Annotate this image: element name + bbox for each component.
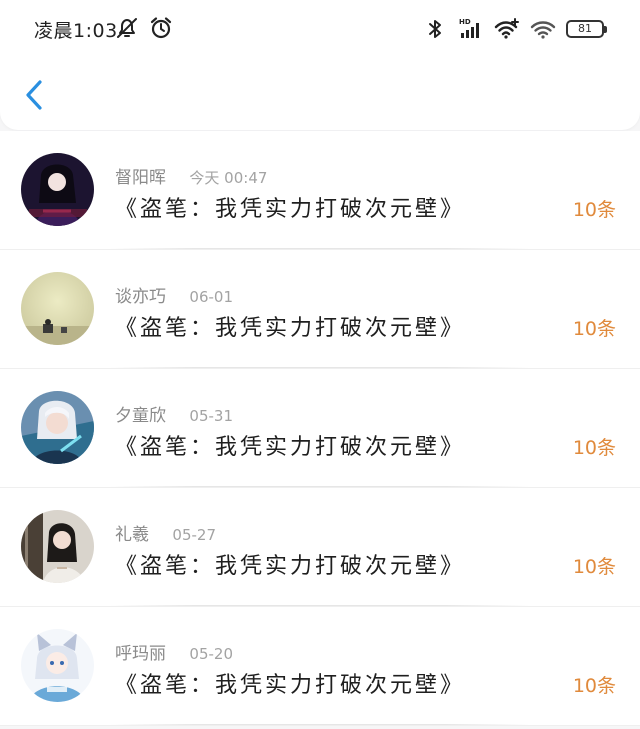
status-bar: 凌晨1:03 HD 81 [0, 0, 640, 58]
divider [110, 367, 530, 368]
avatar[interactable] [21, 629, 94, 702]
bluetooth-icon [422, 16, 448, 42]
user-line: 呼玛丽 05-20 [115, 639, 233, 664]
list-item[interactable]: 呼玛丽 05-20 《盗笔：我凭实力打破次元壁》 10条 [0, 607, 640, 726]
item-title[interactable]: 《盗笔：我凭实力打破次元壁》 [115, 667, 465, 699]
wifi-plus-icon [494, 16, 520, 42]
user-line: 督阳晖 今天 00:47 [115, 163, 267, 188]
post-date: 05-27 [172, 526, 216, 544]
svg-text:HD: HD [459, 18, 471, 26]
hd-signal-icon: HD [458, 16, 484, 42]
user-line: 夕童欣 05-31 [115, 401, 233, 426]
alarm-clock-icon [148, 15, 174, 41]
avatar-beige-room [21, 272, 94, 345]
item-count: 10条 [572, 556, 616, 578]
list-item[interactable]: 督阳晖 今天 00:47 《盗笔：我凭实力打破次元壁》 10条 [0, 131, 640, 250]
item-title[interactable]: 《盗笔：我凭实力打破次元壁》 [115, 310, 465, 342]
user-line: 谈亦巧 06-01 [115, 282, 233, 307]
item-count: 10条 [572, 437, 616, 459]
post-date: 05-31 [189, 407, 233, 425]
avatar-dark-portrait [21, 153, 94, 226]
post-date: 06-01 [189, 288, 233, 306]
divider [110, 486, 530, 487]
list-item[interactable]: 夕童欣 05-31 《盗笔：我凭实力打破次元壁》 10条 [0, 369, 640, 488]
avatar-anime-cat-ears [21, 629, 94, 702]
status-time: 凌晨1:03 [34, 20, 118, 42]
divider [110, 605, 530, 606]
chevron-left-icon [26, 80, 42, 110]
user-name[interactable]: 呼玛丽 [115, 644, 166, 664]
item-count: 10条 [572, 199, 616, 221]
list-item[interactable]: 礼羲 05-27 《盗笔：我凭实力打破次元壁》 10条 [0, 488, 640, 607]
user-line: 礼羲 05-27 [115, 520, 216, 545]
user-name[interactable]: 谈亦巧 [115, 287, 166, 307]
post-date: 05-20 [189, 645, 233, 663]
user-name[interactable]: 夕童欣 [115, 406, 166, 426]
post-date: 今天 00:47 [189, 169, 268, 187]
user-name[interactable]: 礼羲 [115, 525, 149, 545]
item-title[interactable]: 《盗笔：我凭实力打破次元壁》 [115, 429, 465, 461]
list-item[interactable]: 谈亦巧 06-01 《盗笔：我凭实力打破次元壁》 10条 [0, 250, 640, 369]
alarm-off-icon [114, 15, 140, 41]
back-button[interactable] [18, 74, 52, 116]
avatar-anime-white-hair [21, 391, 94, 464]
nav-bar [0, 62, 640, 130]
wifi-icon [530, 16, 556, 42]
item-title[interactable]: 《盗笔：我凭实力打破次元壁》 [115, 548, 465, 580]
message-list: 督阳晖 今天 00:47 《盗笔：我凭实力打破次元壁》 10条 谈亦巧 06-0… [0, 131, 640, 726]
divider [110, 724, 530, 725]
battery-icon: 81 [566, 20, 607, 38]
avatar[interactable] [21, 391, 94, 464]
avatar[interactable] [21, 153, 94, 226]
avatar[interactable] [21, 510, 94, 583]
user-name[interactable]: 督阳晖 [115, 168, 166, 188]
item-count: 10条 [572, 318, 616, 340]
avatar[interactable] [21, 272, 94, 345]
top-bar: 凌晨1:03 HD 81 [0, 0, 640, 130]
divider [110, 248, 530, 249]
status-left-icons [114, 15, 174, 41]
item-title[interactable]: 《盗笔：我凭实力打破次元壁》 [115, 191, 465, 223]
status-right-icons: HD 81 [422, 16, 607, 42]
avatar-girl-portrait [21, 510, 94, 583]
item-count: 10条 [572, 675, 616, 697]
